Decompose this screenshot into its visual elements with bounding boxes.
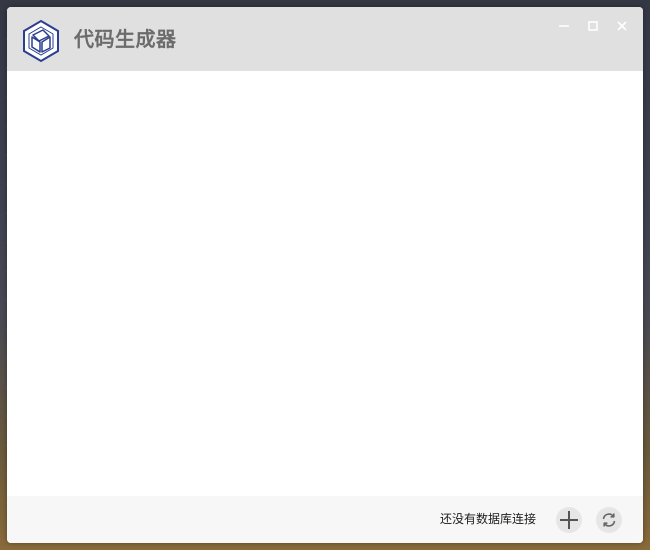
hexagon-logo-icon: [23, 19, 59, 63]
plus-icon: [560, 511, 578, 529]
add-connection-button[interactable]: [556, 507, 582, 533]
close-button[interactable]: [611, 15, 633, 37]
minimize-button[interactable]: [553, 15, 575, 37]
app-title: 代码生成器: [74, 27, 177, 51]
maximize-icon: [588, 21, 598, 31]
app-window: 代码生成器 还没有数据库连接: [7, 7, 643, 543]
refresh-button[interactable]: [596, 507, 622, 533]
minimize-icon: [559, 25, 569, 27]
footer-bar: 还没有数据库连接: [7, 496, 643, 543]
title-bar[interactable]: 代码生成器: [7, 7, 643, 71]
maximize-button[interactable]: [582, 15, 604, 37]
close-icon: [617, 21, 627, 31]
main-content-area: [7, 71, 643, 496]
connection-status-text: 还没有数据库连接: [439, 512, 536, 526]
refresh-icon: [602, 513, 616, 527]
